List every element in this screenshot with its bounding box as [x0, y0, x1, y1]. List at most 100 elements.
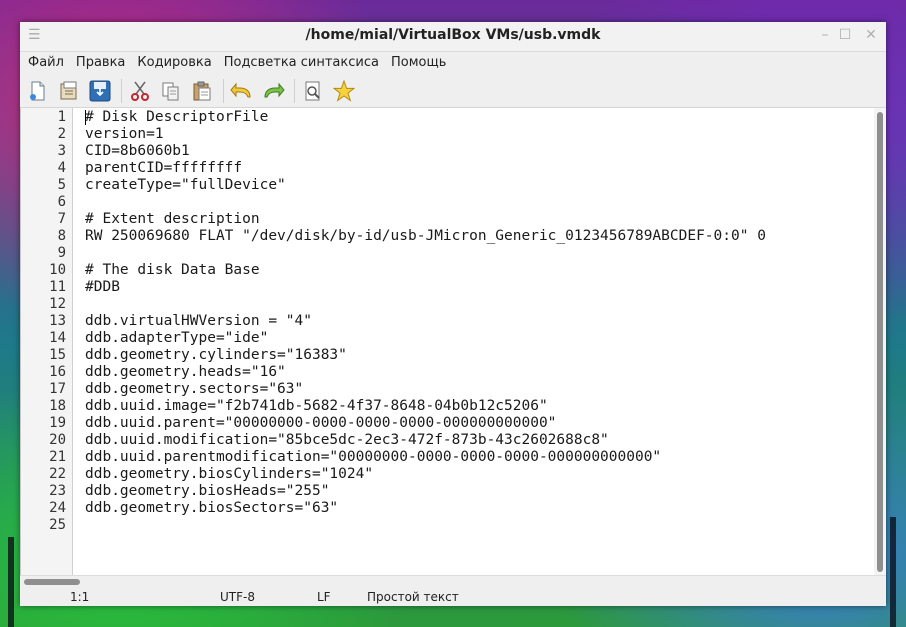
line-number: 3	[57, 143, 66, 159]
line-number: 24	[49, 500, 66, 516]
line-number: 14	[49, 330, 66, 346]
wallpaper-pole	[890, 517, 896, 627]
line-number-gutter: 1 2 3 4 5 6 7 8 9 10 11 12 13 14 15 16 17 18 19 20 21 22 23 24 2…	[21, 108, 73, 575]
copy-button[interactable]	[157, 77, 185, 105]
code-text[interactable]: # Disk DescriptorFile version=1 CID=8b6060…	[73, 108, 886, 575]
encoding-indicator: UTF-8	[220, 590, 255, 604]
code-line: createType="fullDevice"	[85, 177, 286, 193]
code-line: ddb.geometry.cylinders="16383"	[85, 347, 347, 363]
toolbar	[20, 74, 886, 108]
line-number: 4	[57, 160, 66, 176]
line-number: 11	[49, 279, 66, 295]
line-number: 6	[57, 194, 66, 210]
status-bar: 1:1 UTF-8 LF Простой текст	[20, 588, 886, 606]
code-line: ddb.uuid.image="f2b741db-5682-4f37-8648-…	[85, 398, 548, 414]
favorite-button[interactable]	[330, 77, 358, 105]
text-editor-area[interactable]: 1 2 3 4 5 6 7 8 9 10 11 12 13 14 15 16 17 18 19 20 21 22 23 24 2…	[20, 108, 886, 575]
code-line: # Extent description	[85, 211, 260, 227]
new-document-button[interactable]	[24, 77, 52, 105]
menu-syntax-highlighting[interactable]: Подсветка синтаксиса	[218, 52, 385, 74]
window-title: /home/mial/VirtualBox VMs/usb.vmdk	[305, 27, 601, 43]
editor-window: ☰ /home/mial/VirtualBox VMs/usb.vmdk – ☐…	[20, 22, 886, 606]
code-line: CID=8b6060b1	[85, 143, 190, 159]
code-line: RW 250069680 FLAT "/dev/disk/by-id/usb-J…	[85, 228, 766, 244]
code-line: ddb.virtualHWVersion = "4"	[85, 313, 312, 329]
find-icon	[305, 81, 320, 100]
code-line: ddb.geometry.biosHeads="255"	[85, 483, 330, 499]
code-line: ddb.uuid.parentmodification="00000000-00…	[85, 449, 662, 465]
redo-button[interactable]	[259, 77, 287, 105]
paste-icon	[193, 81, 211, 100]
toolbar-separator	[121, 78, 122, 103]
line-number: 16	[49, 364, 66, 380]
title-bar: ☰ /home/mial/VirtualBox VMs/usb.vmdk – ☐…	[20, 22, 886, 52]
favorite-star-icon	[333, 79, 355, 102]
vertical-scrollbar[interactable]	[874, 108, 886, 575]
wallpaper-pole	[8, 537, 14, 627]
maximize-icon[interactable]: ☐	[836, 27, 854, 43]
line-number: 22	[49, 466, 66, 482]
code-line: ddb.geometry.biosCylinders="1024"	[85, 466, 374, 482]
line-ending-indicator: LF	[317, 590, 331, 604]
line-number: 20	[49, 432, 66, 448]
code-line: ddb.geometry.sectors="63"	[85, 381, 304, 397]
text-cursor	[85, 110, 86, 125]
save-button[interactable]	[86, 77, 114, 105]
open-button[interactable]	[55, 77, 83, 105]
menu-bar: Файл Правка Кодировка Подсветка синтакси…	[20, 52, 886, 74]
minimize-icon[interactable]: –	[816, 27, 834, 43]
vertical-scroll-thumb[interactable]	[877, 112, 883, 572]
syntax-mode-indicator: Простой текст	[367, 590, 459, 604]
line-number: 15	[49, 347, 66, 363]
code-line: ddb.adapterType="ide"	[85, 330, 269, 346]
code-line: ddb.uuid.parent="00000000-0000-0000-0000…	[85, 415, 557, 431]
code-line: ddb.geometry.biosSectors="63"	[85, 500, 339, 516]
code-line: parentCID=ffffffff	[85, 160, 243, 176]
paste-button[interactable]	[188, 77, 216, 105]
line-number: 9	[57, 245, 66, 261]
line-number: 25	[49, 517, 66, 533]
toolbar-separator	[294, 78, 295, 103]
new-document-icon	[30, 81, 45, 100]
line-number: 10	[49, 262, 66, 278]
copy-icon	[162, 82, 179, 100]
line-number: 19	[49, 415, 66, 431]
undo-icon	[230, 82, 251, 97]
redo-icon	[264, 82, 285, 97]
line-number: 7	[57, 211, 66, 227]
line-number: 8	[57, 228, 66, 244]
horizontal-scroll-thumb[interactable]	[24, 579, 80, 585]
cut-button[interactable]	[126, 77, 154, 105]
close-icon[interactable]: ✕	[862, 27, 880, 43]
undo-button[interactable]	[228, 77, 256, 105]
menu-file[interactable]: Файл	[22, 52, 70, 74]
line-number: 5	[57, 177, 66, 193]
cursor-position: 1:1	[70, 590, 90, 604]
find-button[interactable]	[299, 77, 327, 105]
line-number: 2	[57, 126, 66, 142]
toolbar-separator	[223, 78, 224, 103]
line-number: 1	[57, 109, 66, 125]
code-line: # Disk DescriptorFile	[85, 109, 269, 125]
horizontal-scrollbar[interactable]	[20, 575, 886, 588]
code-line: ddb.uuid.modification="85bce5dc-2ec3-472…	[85, 432, 609, 448]
line-number: 18	[49, 398, 66, 414]
code-line: #DDB	[85, 279, 120, 295]
menu-help[interactable]: Помощь	[385, 52, 452, 74]
open-folder-icon	[60, 81, 77, 99]
menu-edit[interactable]: Правка	[70, 52, 131, 74]
code-line: # The disk Data Base	[85, 262, 260, 278]
cut-icon	[131, 81, 149, 101]
line-number: 12	[49, 296, 66, 312]
menu-encoding[interactable]: Кодировка	[131, 52, 217, 74]
line-number: 23	[49, 483, 66, 499]
code-line: ddb.geometry.heads="16"	[85, 364, 286, 380]
save-icon	[89, 80, 111, 101]
line-number: 17	[49, 381, 66, 397]
line-number: 13	[49, 313, 66, 329]
code-line: version=1	[85, 126, 164, 142]
